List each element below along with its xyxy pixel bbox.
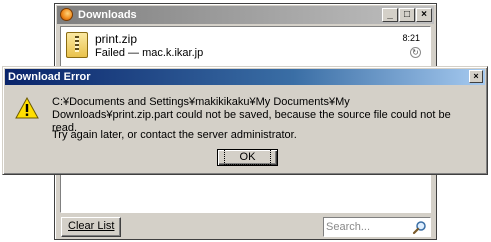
close-button[interactable]: × (416, 8, 432, 22)
error-title: Download Error (8, 71, 91, 83)
search-input[interactable] (326, 220, 406, 234)
minimize-button[interactable]: _ (382, 8, 398, 22)
warning-icon (15, 97, 39, 119)
error-close-button[interactable]: × (469, 70, 483, 83)
maximize-button[interactable]: □ (399, 8, 415, 22)
error-hint: Try again later, or contact the server a… (52, 129, 297, 141)
downloads-titlebar[interactable]: Downloads _ □ × (57, 6, 434, 24)
search-icon[interactable] (412, 220, 427, 235)
download-filename: print.zip (95, 32, 138, 46)
ok-button-label: OK (223, 149, 272, 165)
ok-button[interactable]: OK (217, 149, 278, 166)
zip-file-icon (66, 32, 88, 58)
retry-icon[interactable]: ↻ (410, 47, 421, 58)
downloads-title: Downloads (78, 9, 137, 21)
download-time: 8:21 (402, 33, 420, 43)
download-error-dialog: Download Error × C:¥Documents and Settin… (2, 66, 488, 175)
firefox-icon (60, 8, 73, 21)
error-titlebar[interactable]: Download Error × (5, 69, 485, 85)
download-item[interactable]: print.zip Failed — mac.k.ikar.jp 8:21 ↻ (61, 27, 430, 63)
clear-list-button[interactable]: Clear List (61, 217, 122, 237)
download-status: Failed — mac.k.ikar.jp (95, 47, 204, 59)
search-box[interactable] (323, 217, 431, 237)
